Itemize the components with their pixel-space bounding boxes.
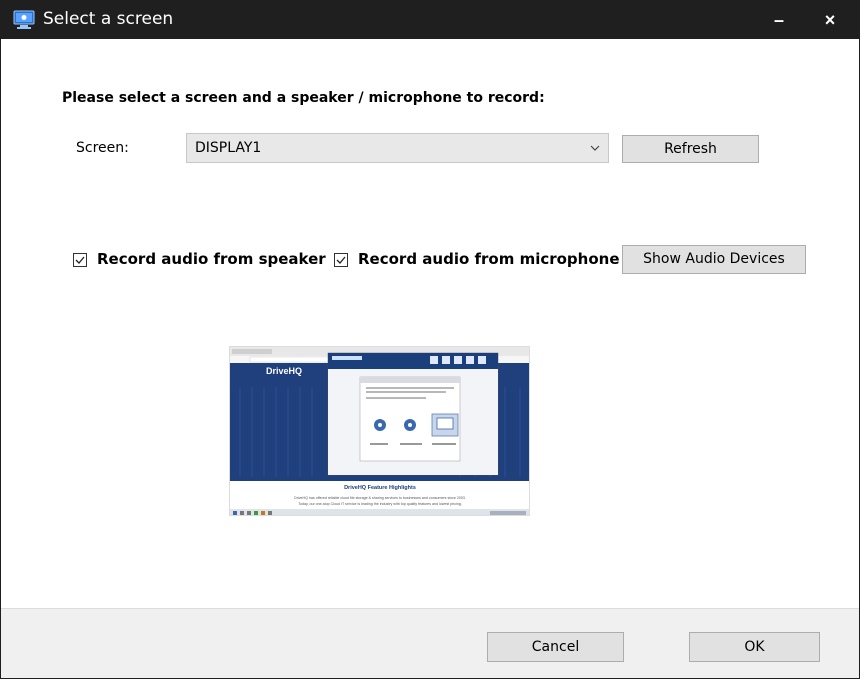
speaker-checkbox[interactable] — [73, 253, 87, 267]
title-bar[interactable]: Select a screen – × — [1, 1, 859, 39]
screen-preview-image: DriveHQ DriveHQ Feature Highlights Drive… — [230, 347, 529, 515]
preview-site-logo: DriveHQ — [266, 366, 302, 376]
checkmark-icon — [336, 256, 346, 264]
screen-label: Screen: — [76, 140, 129, 156]
window-title: Select a screen — [43, 9, 174, 29]
chevron-down-icon — [590, 145, 600, 151]
cancel-button[interactable]: Cancel — [487, 632, 624, 662]
select-screen-dialog: Select a screen – × Please select a scre… — [0, 0, 860, 679]
screen-select[interactable]: DISPLAY1 — [186, 133, 609, 163]
preview-heading: DriveHQ Feature Highlights — [344, 485, 416, 491]
microphone-checkbox-label[interactable]: Record audio from microphone — [358, 250, 620, 268]
close-button[interactable]: × — [807, 1, 853, 39]
speaker-checkbox-label[interactable]: Record audio from speaker — [97, 250, 326, 268]
preview-line-1: DriveHQ has offered reliable cloud file … — [294, 496, 466, 500]
app-screen-icon — [13, 10, 35, 29]
refresh-button[interactable]: Refresh — [622, 135, 759, 163]
microphone-checkbox[interactable] — [334, 253, 348, 267]
checkmark-icon — [75, 256, 85, 264]
show-audio-devices-button[interactable]: Show Audio Devices — [622, 245, 806, 274]
instruction-text: Please select a screen and a speaker / m… — [62, 90, 545, 106]
ok-button[interactable]: OK — [689, 632, 820, 662]
minimize-button[interactable]: – — [756, 1, 802, 39]
screen-preview-thumbnail: DriveHQ DriveHQ Feature Highlights Drive… — [229, 346, 530, 516]
preview-line-2: Today, our one-stop Cloud IT service is … — [298, 502, 462, 506]
screen-select-value: DISPLAY1 — [195, 140, 262, 156]
